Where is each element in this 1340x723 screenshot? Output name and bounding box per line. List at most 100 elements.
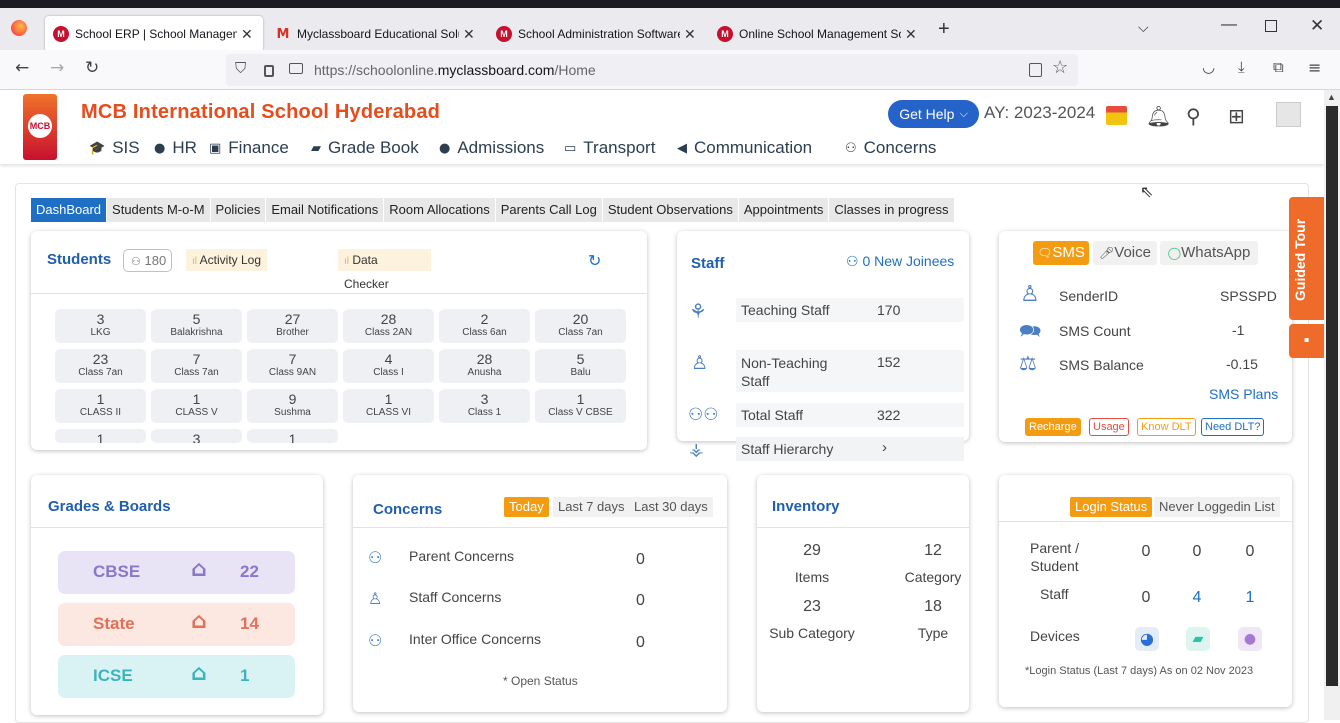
menu-hr[interactable]: ● HR bbox=[154, 138, 197, 158]
staff-row-teaching[interactable]: Teaching Staff 170 bbox=[736, 298, 964, 322]
login-status-tab[interactable]: Login Status bbox=[1070, 497, 1153, 517]
class-box[interactable]: 28 Class 2AN bbox=[343, 309, 434, 343]
avatar[interactable] bbox=[1276, 102, 1301, 127]
inventory-sub-category[interactable]: 23 Sub Category bbox=[767, 598, 857, 641]
firefox-icon[interactable] bbox=[11, 20, 27, 36]
menu-sis[interactable]: 🎓 SIS bbox=[89, 138, 140, 158]
school-logo[interactable]: MCB bbox=[23, 94, 57, 160]
class-box[interactable]: 7 Class 7an bbox=[151, 349, 242, 383]
tab-policies[interactable]: Policies bbox=[211, 198, 267, 222]
class-box[interactable]: 20 Class 7an bbox=[535, 309, 626, 343]
menu-finance[interactable]: ▣ Finance bbox=[209, 138, 289, 158]
tab-students-mom[interactable]: Students M-o-M bbox=[107, 198, 211, 222]
guided-tour-button[interactable]: Guided Tour bbox=[1289, 197, 1324, 320]
class-box[interactable]: 3 bbox=[151, 429, 242, 443]
tab-parents-call-log[interactable]: Parents Call Log bbox=[496, 198, 603, 222]
know-dlt-button[interactable]: Know DLT bbox=[1137, 418, 1196, 436]
class-box[interactable]: 1 CLASS V bbox=[151, 389, 242, 423]
menu-admissions[interactable]: ● Admissions bbox=[439, 138, 544, 158]
whatsapp-tab[interactable]: ◯WhatsApp bbox=[1160, 241, 1258, 265]
permissions-icon[interactable] bbox=[289, 63, 303, 74]
class-box[interactable]: 1 Class V CBSE bbox=[535, 389, 626, 423]
class-box[interactable]: 4 Class I bbox=[343, 349, 434, 383]
inventory-category[interactable]: 12 Category bbox=[888, 542, 978, 585]
class-box[interactable]: 3 Class 1 bbox=[439, 389, 530, 423]
url-text[interactable]: https://schoolonline.myclassboard.com/Ho… bbox=[314, 62, 596, 78]
apps-grid-icon[interactable]: ⊞ bbox=[1228, 104, 1245, 128]
back-icon[interactable]: ← bbox=[15, 58, 29, 78]
pocket-icon[interactable]: ◡ bbox=[1202, 58, 1215, 76]
close-tab-icon[interactable]: ✕ bbox=[684, 26, 696, 43]
class-box[interactable]: 1 CLASS II bbox=[55, 389, 146, 423]
new-joinees-link[interactable]: ⚇ 0 New Joinees bbox=[846, 253, 954, 270]
class-box[interactable]: 1 bbox=[55, 429, 146, 443]
filter-today[interactable]: Today bbox=[504, 497, 549, 517]
never-loggedin-tab[interactable]: Never Loggedin List bbox=[1154, 497, 1280, 517]
calendar-icon[interactable] bbox=[1106, 106, 1127, 125]
grade-board-icse[interactable]: ICSE ⌂ 1 bbox=[58, 655, 295, 698]
scroll-up-icon[interactable]: ▲ bbox=[1327, 92, 1336, 102]
staff-login-value-1[interactable]: 0 bbox=[1136, 589, 1156, 607]
staff-login-value-2[interactable]: 4 bbox=[1187, 589, 1207, 607]
reader-view-icon[interactable] bbox=[1029, 63, 1042, 77]
bell-icon[interactable]: 🔔︎ bbox=[1146, 104, 1171, 128]
close-tab-icon[interactable]: ✕ bbox=[241, 26, 253, 43]
minimize-icon[interactable]: — bbox=[1221, 16, 1237, 34]
sms-plans-link[interactable]: SMS Plans bbox=[1209, 386, 1278, 402]
browser-tab-2[interactable]: M Myclassboard Educational Soluti ✕ bbox=[267, 16, 485, 52]
lock-icon[interactable] bbox=[264, 65, 274, 77]
class-box[interactable]: 2 Class 6an bbox=[439, 309, 530, 343]
tab-appointments[interactable]: Appointments bbox=[739, 198, 830, 222]
browser-tab-4[interactable]: M Online School Management Soft ✕ bbox=[709, 16, 927, 52]
get-help-button[interactable]: Get Help ⌵ bbox=[888, 100, 979, 128]
class-box[interactable]: 9 Sushma bbox=[247, 389, 338, 423]
staff-hierarchy-link[interactable]: Staff Hierarchy › bbox=[736, 437, 964, 461]
class-box[interactable]: 3 LKG bbox=[55, 309, 146, 343]
staff-login-value-3[interactable]: 1 bbox=[1240, 589, 1260, 607]
close-window-icon[interactable]: ✕ bbox=[1310, 16, 1324, 36]
filter-last-7-days[interactable]: Last 7 days bbox=[553, 497, 630, 517]
academic-year[interactable]: AY: 2023-2024 bbox=[984, 103, 1095, 123]
recharge-button[interactable]: Recharge bbox=[1025, 418, 1081, 436]
refresh-icon[interactable]: ↻ bbox=[588, 251, 601, 270]
menu-transport[interactable]: ▭ Transport bbox=[564, 138, 655, 158]
activity-log-button[interactable]: ıl Activity Log bbox=[186, 249, 268, 271]
data-checker-button[interactable]: ıl Data Checker bbox=[338, 249, 431, 291]
students-count-badge[interactable]: ⚇ 180 bbox=[123, 249, 172, 272]
class-box[interactable]: 7 Class 9AN bbox=[247, 349, 338, 383]
close-tab-icon[interactable]: ✕ bbox=[905, 26, 917, 43]
browser-tab-1[interactable]: M School ERP | School Management ✕ bbox=[45, 16, 263, 52]
forward-icon[interactable]: → bbox=[50, 58, 64, 78]
tab-email-notifications[interactable]: Email Notifications bbox=[266, 198, 385, 222]
inventory-type[interactable]: 18 Type bbox=[888, 598, 978, 641]
tab-classes-in-progress[interactable]: Classes in progress bbox=[829, 198, 955, 222]
shield-icon[interactable]: ⛉ bbox=[235, 59, 246, 77]
filter-last-30-days[interactable]: Last 30 days bbox=[629, 497, 713, 517]
reload-icon[interactable]: ↻ bbox=[85, 58, 99, 78]
extensions-icon[interactable]: ⧉ bbox=[1273, 58, 1284, 76]
close-tab-icon[interactable]: ✕ bbox=[463, 26, 475, 43]
menu-grade-book[interactable]: ▰ Grade Book bbox=[311, 138, 419, 158]
browser-tab-3[interactable]: M School Administration Software ✕ bbox=[488, 16, 706, 52]
url-bar[interactable]: ⛉ https://schoolonline.myclassboard.com/… bbox=[226, 54, 1078, 86]
class-box[interactable]: 1 CLASS VI bbox=[343, 389, 434, 423]
class-box[interactable]: 5 Balu bbox=[535, 349, 626, 383]
class-box[interactable]: 5 Balakrishna bbox=[151, 309, 242, 343]
tab-student-observations[interactable]: Student Observations bbox=[603, 198, 739, 222]
staff-row-total[interactable]: Total Staff 322 bbox=[736, 403, 964, 427]
search-icon[interactable]: ⚲ bbox=[1186, 104, 1201, 128]
bookmark-star-icon[interactable]: ☆ bbox=[1052, 57, 1068, 78]
need-dlt-button[interactable]: Need DLT? bbox=[1201, 418, 1265, 436]
new-tab-icon[interactable]: + bbox=[938, 18, 950, 41]
feedback-chat-icon[interactable]: ▪ bbox=[1289, 324, 1324, 358]
list-tabs-icon[interactable]: ⌵ bbox=[1138, 19, 1149, 36]
class-box[interactable]: 27 Brother bbox=[247, 309, 338, 343]
class-box[interactable]: 28 Anusha bbox=[439, 349, 530, 383]
sms-tab[interactable]: 🗨︎SMS bbox=[1033, 241, 1089, 265]
tab-dashboard[interactable]: DashBoard bbox=[31, 198, 108, 222]
menu-icon[interactable]: ≡ bbox=[1308, 58, 1321, 77]
staff-row-non-teaching[interactable]: Non-Teaching Staff 152 bbox=[736, 350, 964, 392]
restore-icon[interactable] bbox=[1265, 20, 1277, 32]
menu-concerns[interactable]: ⚇ Concerns bbox=[845, 138, 936, 158]
voice-tab[interactable]: 🎤︎Voice bbox=[1093, 241, 1157, 265]
